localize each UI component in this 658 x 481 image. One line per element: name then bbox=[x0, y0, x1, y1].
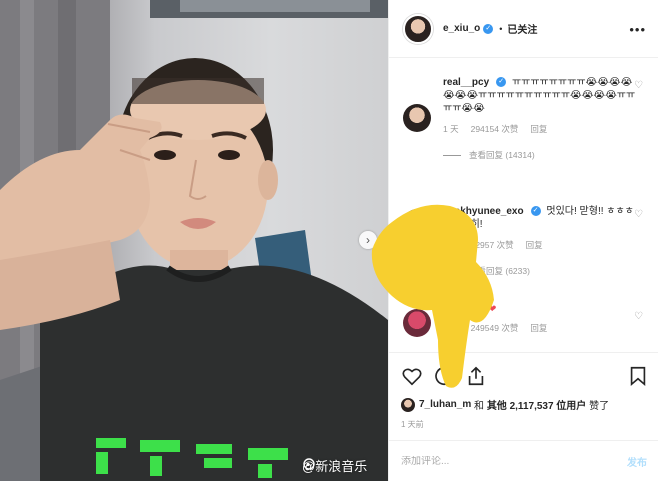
post-time-ago: 1 天前 bbox=[401, 420, 424, 429]
comment-bubble-icon[interactable] bbox=[433, 365, 455, 387]
comment-meta: 1 天 249549 次赞 回复 bbox=[443, 322, 643, 334]
commenter-username[interactable]: __se bbox=[443, 304, 465, 315]
comment-like-count[interactable]: 294154 次赞 bbox=[471, 123, 519, 135]
commenter-username[interactable]: baekhyunee_exo bbox=[443, 206, 524, 217]
add-comment-bar: 发布 bbox=[389, 440, 658, 481]
watermark: @新浪音乐 bbox=[302, 456, 367, 475]
separator-dot: • bbox=[499, 23, 503, 34]
follow-status[interactable]: 已关注 bbox=[507, 21, 537, 36]
like-heart-icon[interactable] bbox=[401, 365, 423, 387]
carousel-next-button[interactable]: › bbox=[359, 231, 377, 249]
view-replies-button[interactable]: 查看回复 (14314) bbox=[443, 149, 643, 161]
commenter-avatar[interactable] bbox=[403, 104, 431, 132]
weibo-logo-icon bbox=[303, 458, 315, 470]
comment-like-heart-icon[interactable]: ♡ bbox=[634, 311, 643, 322]
comment-reply-button[interactable]: 回复 bbox=[526, 239, 543, 251]
likes-others[interactable]: 其他 2,117,537 位用户 bbox=[487, 397, 587, 412]
post-actions: 7_luhan_m 和 其他 2,117,537 位用户 赞了 1 天前 bbox=[389, 352, 658, 432]
comment-body: __se ✓ ❤ bbox=[443, 303, 643, 316]
share-icon[interactable] bbox=[465, 365, 487, 387]
comment-item: __se ✓ ❤ ♡ 1 天 249549 次赞 回复 bbox=[403, 303, 643, 337]
verified-badge-icon: ✓ bbox=[472, 304, 483, 315]
author-username[interactable]: e_xiu_o bbox=[443, 23, 480, 34]
comment-time: 1 天 bbox=[443, 240, 459, 250]
comment-like-count[interactable]: 249549 次赞 bbox=[471, 322, 519, 334]
commenter-username[interactable]: real__pcy bbox=[443, 77, 489, 88]
commenter-avatar[interactable] bbox=[403, 309, 431, 337]
comment-text: ❤ bbox=[488, 304, 497, 315]
post-photo: › @新浪音乐 bbox=[0, 0, 388, 481]
verified-badge-icon: ✓ bbox=[496, 77, 507, 88]
comment-body: real__pcy ✓ ㅠㅠㅠㅠㅠㅠㅠㅠ😭😭😭😭😭😭😭ㅠㅠㅠㅠㅠㅠㅠㅠㅠㅠ😭😭😭😭… bbox=[443, 76, 643, 115]
comment-body: baekhyunee_exo ✓ 멋있다! 맏형!! ㅎㅎㅎ몸건강히! bbox=[443, 205, 643, 231]
likes-connector: 和 bbox=[474, 401, 485, 412]
view-replies-label: 查看回复 (14314) bbox=[469, 150, 535, 160]
comment-like-heart-icon[interactable]: ♡ bbox=[634, 80, 643, 91]
verified-badge-icon: ✓ bbox=[530, 206, 541, 217]
comment-time: 1 天 bbox=[443, 124, 459, 134]
author-avatar[interactable] bbox=[403, 13, 433, 44]
commenter-avatar[interactable] bbox=[403, 209, 431, 237]
post-comment-button[interactable]: 发布 bbox=[627, 454, 647, 469]
comment-time: 1 天 bbox=[443, 323, 459, 333]
view-replies-label: 查看回复 (6233) bbox=[469, 266, 530, 276]
replies-rule bbox=[443, 154, 461, 156]
comment-reply-button[interactable]: 回复 bbox=[530, 322, 547, 334]
comment-like-heart-icon[interactable]: ♡ bbox=[634, 209, 643, 220]
post-details-pane: e_xiu_o ✓ • 已关注 ••• real__pcy ✓ ㅠㅠㅠㅠㅠㅠㅠㅠ😭… bbox=[388, 0, 658, 481]
comment-meta: 1 天 294154 次赞 回复 bbox=[443, 123, 643, 135]
liker-username[interactable]: 7_luhan_m bbox=[419, 399, 471, 410]
likes-line: 7_luhan_m 和 其他 2,117,537 位用户 赞了 bbox=[401, 397, 609, 412]
comment-like-count[interactable]: 22957 次赞 bbox=[471, 239, 514, 251]
view-replies-button[interactable]: 查看回复 (6233) bbox=[443, 265, 643, 277]
comment-item: real__pcy ✓ ㅠㅠㅠㅠㅠㅠㅠㅠ😭😭😭😭😭😭😭ㅠㅠㅠㅠㅠㅠㅠㅠㅠㅠ😭😭😭😭… bbox=[403, 76, 643, 161]
post-header: e_xiu_o ✓ • 已关注 ••• bbox=[389, 0, 658, 58]
liker-avatar[interactable] bbox=[401, 397, 415, 412]
comment-item: baekhyunee_exo ✓ 멋있다! 맏형!! ㅎㅎㅎ몸건강히! ♡ 1 天… bbox=[403, 205, 643, 277]
verified-badge-icon: ✓ bbox=[483, 23, 494, 34]
likes-suffix: 赞了 bbox=[589, 401, 610, 412]
photo-illustration bbox=[0, 0, 388, 481]
bookmark-icon[interactable] bbox=[627, 365, 649, 387]
replies-rule bbox=[443, 270, 461, 272]
add-comment-input[interactable] bbox=[401, 455, 627, 467]
comment-reply-button[interactable]: 回复 bbox=[530, 123, 547, 135]
more-horizontal-icon[interactable]: ••• bbox=[629, 22, 646, 37]
comment-meta: 1 天 22957 次赞 回复 bbox=[443, 239, 643, 251]
